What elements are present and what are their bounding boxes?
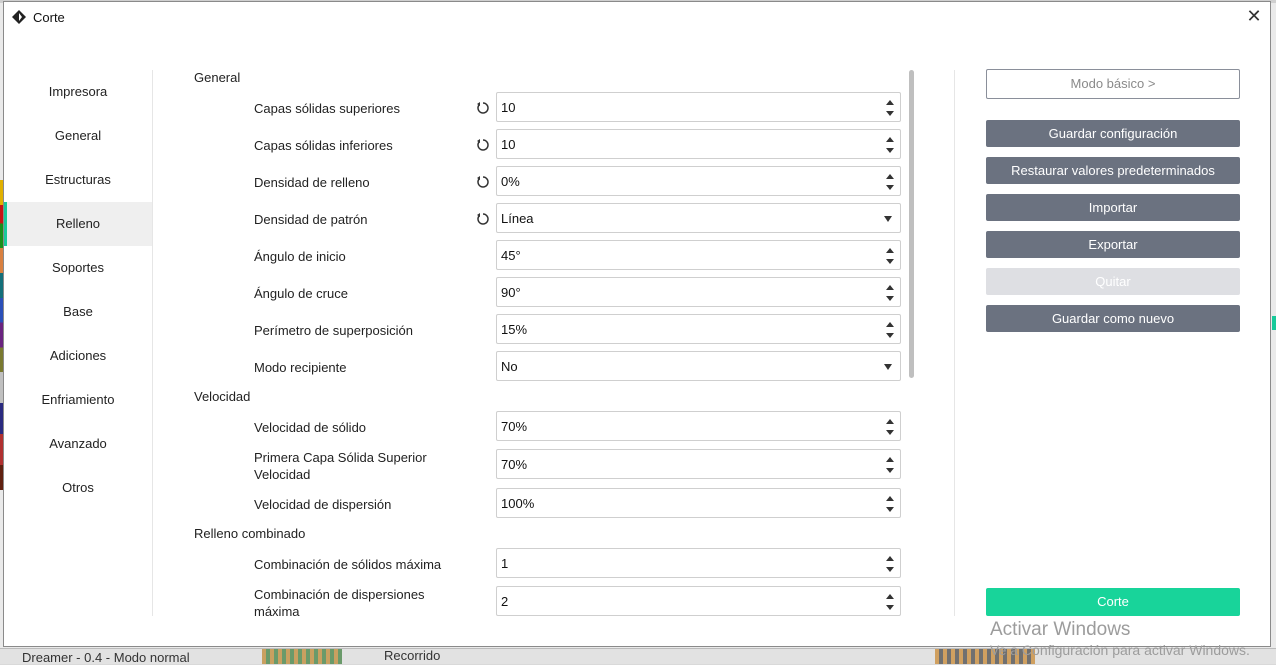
setting-label: Combinación de dispersiones máxima — [254, 587, 425, 616]
export-button[interactable]: Exportar — [986, 231, 1240, 258]
save-config-button[interactable]: Guardar configuración — [986, 120, 1240, 147]
sidebar-item-relleno[interactable]: Relleno — [4, 202, 152, 246]
input-value: 10 — [501, 100, 516, 115]
dialog-titlebar: Corte ✕ — [4, 2, 1270, 32]
remove-button: Quitar — [986, 268, 1240, 295]
input-value: 10 — [501, 137, 516, 152]
pattern-select[interactable]: Línea — [496, 203, 901, 233]
reset-icon[interactable] — [476, 101, 490, 115]
panel-divider — [954, 70, 955, 616]
setting-label: Modo recipiente — [254, 360, 347, 375]
spinner-arrows-icon[interactable] — [886, 173, 894, 191]
setting-label: Densidad de patrón — [254, 212, 368, 227]
number-input[interactable]: 100% — [496, 488, 901, 518]
spinner-arrows-icon[interactable] — [886, 99, 894, 117]
number-input[interactable]: 70% — [496, 449, 901, 479]
number-input[interactable]: 2 — [496, 586, 901, 616]
category-sidebar: Impresora General Estructuras Relleno So… — [4, 70, 152, 510]
spinner-arrows-icon[interactable] — [886, 284, 894, 302]
sidebar-item-enfriamiento[interactable]: Enfriamiento — [4, 378, 152, 422]
number-input[interactable]: 90° — [496, 277, 901, 307]
setting-label: Velocidad de dispersión — [254, 497, 392, 512]
setting-label: Capas sólidas inferiores — [254, 138, 393, 153]
input-value: 90° — [501, 285, 521, 300]
vase-mode-select[interactable]: No — [496, 351, 901, 381]
dropdown-arrow-icon[interactable] — [884, 364, 892, 370]
windows-activation-title: Activar Windows — [990, 619, 1131, 640]
number-input[interactable]: 10 — [496, 92, 901, 122]
number-input[interactable]: 15% — [496, 314, 901, 344]
spinner-arrows-icon[interactable] — [886, 555, 894, 573]
reset-icon[interactable] — [476, 175, 490, 189]
spinner-arrows-icon[interactable] — [886, 418, 894, 436]
windows-activation-subtitle: Ve a Configuración para activar Windows. — [990, 642, 1250, 658]
sidebar-item-general[interactable]: General — [4, 114, 152, 158]
input-value: 45° — [501, 248, 521, 263]
section-heading-relleno-combinado: Relleno combinado — [194, 526, 306, 541]
setting-label: Capas sólidas superiores — [254, 101, 400, 116]
setting-label: Primera Capa Sólida Superior Velocidad — [254, 450, 427, 482]
setting-label: Ángulo de cruce — [254, 286, 348, 301]
reset-icon[interactable] — [476, 138, 490, 152]
dropdown-arrow-icon[interactable] — [884, 216, 892, 222]
input-value: 0% — [501, 174, 520, 189]
spinner-arrows-icon[interactable] — [886, 593, 894, 611]
sidebar-item-base[interactable]: Base — [4, 290, 152, 334]
sidebar-item-adiciones[interactable]: Adiciones — [4, 334, 152, 378]
setting-label: Perímetro de superposición — [254, 323, 413, 338]
background-thumbnail — [262, 649, 342, 664]
select-value: No — [501, 359, 518, 374]
section-heading-velocidad: Velocidad — [194, 389, 251, 404]
number-input[interactable]: 70% — [496, 411, 901, 441]
slicing-dialog: Corte ✕ Impresora General Estructuras Re… — [3, 1, 1271, 647]
spinner-arrows-icon[interactable] — [886, 456, 894, 474]
sidebar-item-otros[interactable]: Otros — [4, 466, 152, 510]
basic-mode-button[interactable]: Modo básico > — [986, 69, 1240, 99]
input-value: 1 — [501, 556, 509, 571]
sidebar-item-impresora[interactable]: Impresora — [4, 70, 152, 114]
background-route-label: Recorrido — [384, 648, 441, 663]
number-input[interactable]: 45° — [496, 240, 901, 270]
import-button[interactable]: Importar — [986, 194, 1240, 221]
settings-scrollbar[interactable] — [909, 70, 914, 378]
input-value: 15% — [501, 322, 528, 337]
select-value: Línea — [501, 211, 534, 226]
sidebar-item-estructuras[interactable]: Estructuras — [4, 158, 152, 202]
number-input[interactable]: 0% — [496, 166, 901, 196]
spinner-arrows-icon[interactable] — [886, 136, 894, 154]
setting-label: Velocidad de sólido — [254, 420, 367, 435]
input-value: 70% — [501, 457, 528, 472]
reset-icon[interactable] — [476, 212, 490, 226]
dialog-title: Corte — [33, 10, 65, 25]
number-input[interactable]: 1 — [496, 548, 901, 578]
spinner-arrows-icon[interactable] — [886, 247, 894, 265]
settings-panel: General Capas sólidas superiores 10 Capa… — [154, 70, 906, 616]
input-value: 2 — [501, 594, 509, 609]
input-value: 100% — [501, 496, 535, 511]
slice-button[interactable]: Corte — [986, 588, 1240, 616]
sidebar-divider — [152, 70, 153, 616]
setting-label: Combinación de sólidos máxima — [254, 557, 442, 572]
setting-label: Densidad de relleno — [254, 175, 370, 190]
app-logo-icon — [12, 10, 26, 24]
background-accent-marker — [1272, 316, 1276, 330]
sidebar-item-soportes[interactable]: Soportes — [4, 246, 152, 290]
restore-defaults-button[interactable]: Restaurar valores predeterminados — [986, 157, 1240, 184]
section-heading-general: General — [194, 70, 241, 85]
sidebar-item-avanzado[interactable]: Avanzado — [4, 422, 152, 466]
spinner-arrows-icon[interactable] — [886, 495, 894, 513]
input-value: 70% — [501, 419, 528, 434]
save-as-new-button[interactable]: Guardar como nuevo — [986, 305, 1240, 332]
setting-label: Ángulo de inicio — [254, 249, 346, 264]
close-icon[interactable]: ✕ — [1244, 6, 1264, 26]
number-input[interactable]: 10 — [496, 129, 901, 159]
spinner-arrows-icon[interactable] — [886, 321, 894, 339]
